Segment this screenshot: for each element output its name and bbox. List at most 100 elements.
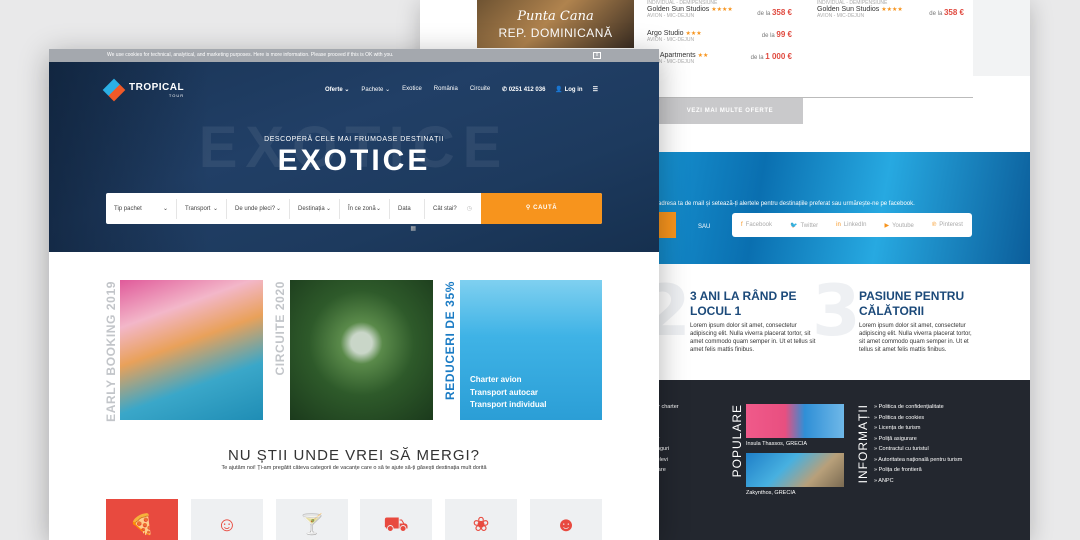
category-tile[interactable]: ☻ bbox=[530, 499, 602, 540]
linkedin-icon: in bbox=[836, 222, 841, 228]
price: 1 000 € bbox=[765, 52, 792, 61]
main-nav: Oferte ⌄ Pachete ⌄ Exotice România Circu… bbox=[325, 86, 490, 93]
smile-icon: ☻ bbox=[555, 514, 577, 536]
chevron-down-icon: ⌄ bbox=[275, 205, 281, 212]
logo[interactable]: TROPICAL TOUR bbox=[102, 78, 185, 102]
popular-heading: POPULARE bbox=[730, 404, 744, 478]
login-link[interactable]: 👤 Log in bbox=[555, 86, 582, 93]
hotel-list-left: INDIVIDUAL - DEMIPENSIUNE Golden Sun Stu… bbox=[647, 0, 792, 68]
popular-image-thassos[interactable] bbox=[746, 404, 844, 438]
promo-link-individual[interactable]: Transport individual bbox=[470, 399, 546, 412]
promo-label-early-booking: EARLY BOOKING 2019 bbox=[104, 281, 118, 422]
footer-info-links: » Politica de confidențialitate » Politi… bbox=[874, 402, 962, 486]
duration-field[interactable]: Cât stai? ◷ bbox=[425, 199, 480, 219]
popular-caption[interactable]: Insula Thassos, GRECIA bbox=[746, 439, 807, 450]
stars-rating: ★★★★ bbox=[881, 7, 903, 13]
more-offers-button[interactable]: VEZI MAI MULTE OFERTE bbox=[657, 98, 803, 124]
info-link[interactable]: » Politica de cookies bbox=[874, 413, 962, 424]
side-panel bbox=[973, 0, 1030, 76]
hero-section: TROPICAL TOUR Oferte ⌄ Pachete ⌄ Exotice … bbox=[49, 62, 659, 252]
date-field[interactable]: Data ▦ bbox=[390, 198, 425, 232]
search-bar: Tip pachet ⌄ Transport ⌄ De unde pleci? ⌄ D… bbox=[106, 193, 602, 232]
search-icon: ⚲ bbox=[525, 205, 531, 211]
feature-title: 3 ANI LA RÂND PE LOCUL 1 bbox=[690, 289, 797, 318]
category-tile[interactable]: ⛟ bbox=[360, 499, 432, 540]
social-pinterest[interactable]: ℗ Pinterest bbox=[932, 222, 963, 228]
or-label: SAU bbox=[698, 224, 711, 230]
feature-number: 3 bbox=[812, 270, 861, 352]
header-actions: ✆ 0251 412 036 👤 Log in ☰ bbox=[502, 86, 598, 93]
facebook-icon: f bbox=[740, 222, 743, 228]
hotel-item[interactable]: usa Apartments ★★ de la 1 000 € AVION - … bbox=[647, 52, 792, 68]
package-type-select[interactable]: Tip pachet ⌄ bbox=[106, 198, 177, 219]
category-tile[interactable]: ☺ bbox=[191, 499, 263, 540]
popular-caption[interactable]: Zakynthos, GRECIA bbox=[746, 488, 796, 499]
category-tile[interactable]: 🍸 bbox=[276, 499, 348, 540]
lotus-icon: ❀ bbox=[472, 514, 490, 536]
departure-select[interactable]: De unde pleci? ⌄ bbox=[227, 198, 290, 219]
menu-icon[interactable]: ☰ bbox=[593, 86, 598, 93]
logo-name: TROPICAL bbox=[129, 82, 185, 93]
promo-card-reduceri[interactable]: Charter avion Transport autocar Transpor… bbox=[460, 280, 602, 420]
phone-link[interactable]: ✆ 0251 412 036 bbox=[502, 86, 545, 93]
nav-item-oferte[interactable]: Oferte ⌄ bbox=[325, 86, 349, 93]
front-page-preview: We use cookies for technical, analytical… bbox=[49, 49, 659, 540]
popular-image-zakynthos[interactable] bbox=[746, 453, 844, 487]
subscribe-button[interactable] bbox=[658, 212, 676, 238]
info-link[interactable]: » Politica de confidențialitate bbox=[874, 402, 962, 413]
zone-select[interactable]: În ce zonă ⌄ bbox=[340, 198, 390, 219]
phone-icon: ✆ bbox=[502, 87, 508, 93]
stars-rating: ★★ bbox=[697, 53, 709, 59]
price: 99 € bbox=[776, 30, 792, 39]
destination-city: Punta Cana bbox=[517, 9, 594, 24]
info-heading: INFORMAȚII bbox=[856, 404, 870, 484]
hero-kicker: DESCOPERĂ CELE MAI FRUMOASE DESTINAȚII bbox=[264, 136, 444, 143]
info-link[interactable]: » Poliță asigurare bbox=[874, 434, 962, 445]
category-tile[interactable]: 🍕 bbox=[106, 499, 178, 540]
hotel-list-right: INDIVIDUAL - DEMIPENSIUNE Golden Sun Stu… bbox=[817, 0, 964, 19]
price: 358 € bbox=[771, 8, 792, 17]
price: 358 € bbox=[943, 8, 964, 17]
hotel-item[interactable]: Argo Studio ★★★ de la 99 € AVION - MIC-D… bbox=[647, 30, 792, 46]
search-button[interactable]: ⚲ CAUTĂ bbox=[481, 193, 602, 224]
newsletter-text: u adresa ta de mail și setează-ți alerte… bbox=[653, 201, 915, 207]
promo-card-early-booking[interactable] bbox=[120, 280, 263, 420]
section-question-sub: Te ajutăm noi! Ți-am pregătit câteva cat… bbox=[221, 465, 487, 471]
info-link[interactable]: » Polița de frontieră bbox=[874, 465, 962, 476]
nav-item-romania[interactable]: România bbox=[434, 86, 458, 93]
feature-text: Lorem ipsum dolor sit amet, consectetur … bbox=[859, 323, 972, 353]
promo-link-autocar[interactable]: Transport autocar bbox=[470, 387, 546, 400]
social-youtube[interactable]: ▶ Youtube bbox=[884, 222, 913, 229]
stars-rating: ★★★★ bbox=[711, 7, 733, 13]
pizza-icon: 🍕 bbox=[129, 514, 155, 536]
featured-destination-card[interactable]: Punta Cana REP. DOMINICANĂ bbox=[477, 0, 634, 48]
info-link[interactable]: » Contractul cu turistul bbox=[874, 444, 962, 455]
social-linkedin[interactable]: in LinkedIn bbox=[836, 222, 866, 228]
close-icon[interactable]: x bbox=[593, 52, 601, 59]
social-twitter[interactable]: 🐦 Twitter bbox=[790, 222, 818, 229]
social-facebook[interactable]: f Facebook bbox=[741, 222, 772, 228]
feature-block: PASIUNE PENTRU CĂLĂTORII Lorem ipsum dol… bbox=[859, 289, 975, 354]
hotel-item[interactable]: INDIVIDUAL - DEMIPENSIUNE Golden Sun Stu… bbox=[817, 0, 964, 19]
promo-label-reduceri: REDUCERI DE 35% bbox=[443, 281, 457, 401]
nav-item-exotice[interactable]: Exotice bbox=[402, 86, 422, 93]
chevron-down-icon: ⌄ bbox=[212, 205, 218, 212]
chevron-down-icon: ⌄ bbox=[162, 205, 168, 212]
info-link[interactable]: » ANPC bbox=[874, 476, 962, 487]
category-tile[interactable]: ❀ bbox=[445, 499, 517, 540]
promo-links: Charter avion Transport autocar Transpor… bbox=[470, 374, 546, 412]
nav-item-pachete[interactable]: Pachete ⌄ bbox=[361, 86, 390, 93]
hotel-item[interactable]: INDIVIDUAL - DEMIPENSIUNE Golden Sun Stu… bbox=[647, 0, 792, 19]
promo-link-charter[interactable]: Charter avion bbox=[470, 374, 546, 387]
promo-label-circuite: CIRCUITE 2020 bbox=[273, 281, 287, 376]
info-link[interactable]: » Licența de turism bbox=[874, 423, 962, 434]
feature-title: PASIUNE PENTRU CĂLĂTORII bbox=[859, 289, 965, 318]
feature-block: 3 ANI LA RÂND PE LOCUL 1 Lorem ipsum dol… bbox=[690, 289, 820, 354]
destination-country: REP. DOMINICANĂ bbox=[498, 26, 613, 40]
promo-card-circuite[interactable] bbox=[290, 280, 433, 420]
logo-sub: TOUR bbox=[168, 93, 185, 98]
transport-select[interactable]: Transport ⌄ bbox=[177, 198, 227, 219]
info-link[interactable]: » Autoritatea națională pentru turism bbox=[874, 455, 962, 466]
nav-item-circuite[interactable]: Circuite bbox=[470, 86, 490, 93]
destination-select[interactable]: Destinația ⌄ bbox=[290, 198, 340, 219]
